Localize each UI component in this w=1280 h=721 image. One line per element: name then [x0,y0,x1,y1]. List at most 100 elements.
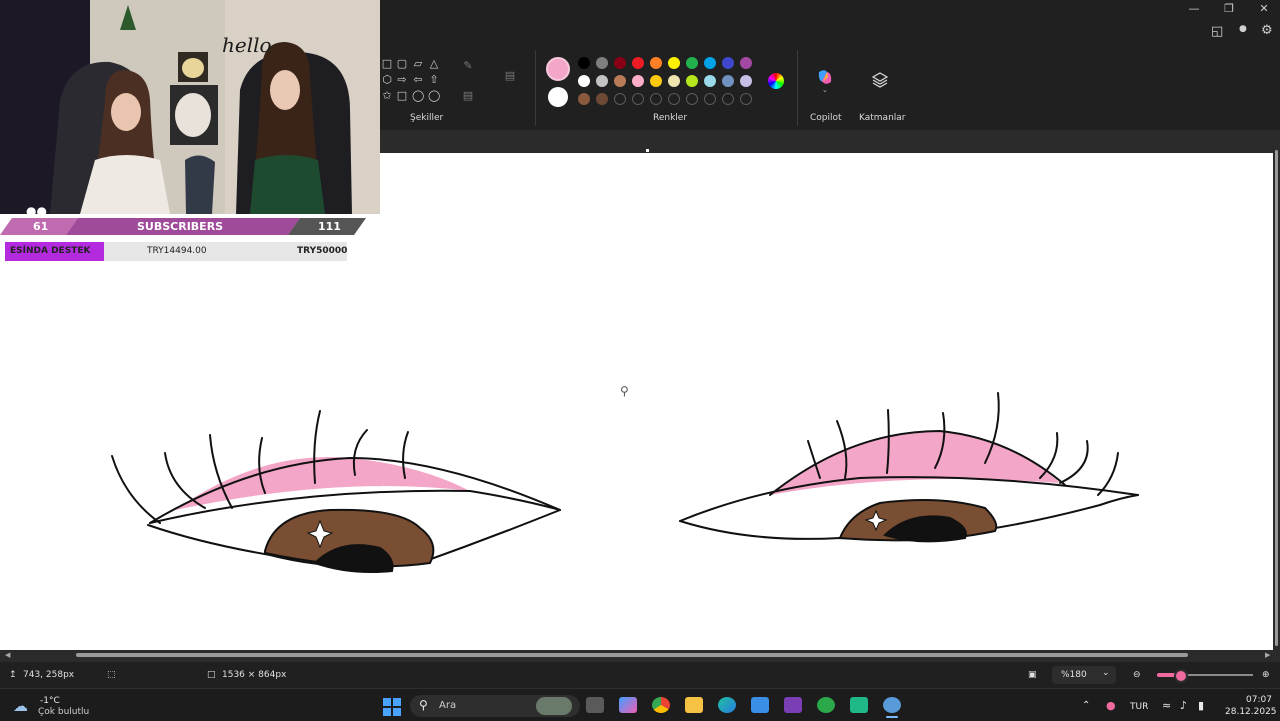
cat-ears-icon: ●● [26,204,47,218]
donation-goal-bar: ESİNDA DESTEK TRY14494.00 TRY50000 [5,242,347,261]
taskbar-search[interactable]: ⚲ Ara [410,695,580,717]
custom-color-slot[interactable] [740,93,752,105]
arrow-left-shape-icon[interactable]: ⇦ [412,74,424,86]
palette-color-swatch[interactable] [722,57,734,69]
obs-like-icon[interactable] [784,697,802,713]
callout-cloud-shape-icon[interactable]: ◯ [428,90,440,102]
custom-color-slot[interactable] [722,93,734,105]
palette-color-swatch[interactable] [596,75,608,87]
palette-color-swatch[interactable] [578,75,590,87]
chrome-icon[interactable] [652,697,670,713]
star-shape-icon[interactable]: ✩ [381,90,393,102]
palette-color-swatch[interactable] [686,75,698,87]
copilot-icon [818,70,832,84]
palette-color-swatch[interactable] [632,57,644,69]
scroll-left-arrow-icon[interactable]: ◀ [5,651,10,659]
weather-cloud-icon: ☁ [13,697,28,715]
minimize-button[interactable]: — [1177,0,1211,18]
restore-button[interactable]: ❐ [1212,0,1246,18]
palette-color-swatch[interactable] [668,75,680,87]
callout-oval-shape-icon[interactable]: ◯ [412,90,424,102]
app-icon[interactable] [850,697,868,713]
paint-icon[interactable] [883,697,901,713]
triangle-shape-icon[interactable]: △ [428,58,440,70]
custom-color-slot[interactable] [686,93,698,105]
fit-to-window-icon[interactable]: ▣ [1028,670,1037,680]
palette-color-swatch[interactable] [596,57,608,69]
clock-date[interactable]: 28.12.2025 [1225,707,1277,717]
task-view-icon[interactable] [586,697,604,713]
palette-color-swatch[interactable] [596,93,608,105]
selection-icon: ⬚ [107,670,116,680]
microphone-icon[interactable]: ● [1106,699,1116,712]
palette-color-swatch[interactable] [722,75,734,87]
fill-icon[interactable]: ▤ [462,90,474,102]
palette-color-swatch[interactable] [686,57,698,69]
palette-color-swatch[interactable] [614,57,626,69]
callout-rect-shape-icon[interactable]: □ [396,90,408,102]
account-icon[interactable]: ● [1239,24,1247,34]
canvas-resize-handle[interactable] [646,149,649,152]
palette-color-swatch[interactable] [578,57,590,69]
webcam-feed: hello [0,0,380,214]
custom-color-slot[interactable] [614,93,626,105]
zoom-dropdown[interactable]: %180 ⌄ [1052,666,1116,684]
close-button[interactable]: ✕ [1247,0,1280,18]
polygon-shape-icon[interactable]: ▱ [412,58,424,70]
store-icon[interactable] [751,697,769,713]
donation-goal-label: ESİNDA DESTEK [10,246,91,256]
horizontal-scroll-thumb[interactable] [76,653,1188,657]
palette-color-swatch[interactable] [704,75,716,87]
custom-color-slot[interactable] [704,93,716,105]
windows-start-icon[interactable] [383,698,401,716]
rectangle-shape-icon[interactable]: □ [381,58,393,70]
palette-color-swatch[interactable] [704,57,716,69]
donation-goal-target: TRY50000 [297,246,348,256]
palette-color-swatch[interactable] [740,75,752,87]
hexagon-shape-icon[interactable]: ⬡ [381,74,393,86]
palette-color-swatch[interactable] [650,75,662,87]
subscribers-right-count: 111 [318,220,341,233]
palette-color-swatch[interactable] [632,75,644,87]
battery-icon[interactable]: ▮ [1198,699,1204,712]
wifi-icon[interactable]: ≈ [1162,699,1171,712]
status-bar: ↥ 743, 258px ⬚ □ 1536 × 864px ▣ %180 ⌄ ⊖… [0,662,1280,688]
xbox-icon[interactable] [817,697,835,713]
shape-size-icon[interactable]: ▤ [504,70,516,82]
cursor-icon: ↥ [9,670,17,680]
copilot-app-icon[interactable] [619,697,637,713]
settings-gear-icon[interactable]: ⚙ [1261,23,1273,38]
zoom-out-icon[interactable]: ⊖ [1133,670,1141,680]
chevron-down-icon: ⌄ [822,86,828,94]
file-explorer-icon[interactable] [685,697,703,713]
palette-color-swatch[interactable] [740,57,752,69]
rounded-rectangle-shape-icon[interactable]: ▢ [396,58,408,70]
custom-color-slot[interactable] [632,93,644,105]
search-highlight-icon [536,697,572,715]
color-picker-icon[interactable] [768,73,784,89]
palette-color-swatch[interactable] [614,75,626,87]
hello-sign: hello [222,33,272,57]
primary-color-swatch[interactable] [546,57,570,81]
custom-color-slot[interactable] [668,93,680,105]
custom-color-slot[interactable] [650,93,662,105]
tray-chevron-up-icon[interactable]: ⌃ [1082,700,1090,711]
canvas-size-icon: □ [207,670,216,680]
secondary-color-swatch[interactable] [548,87,568,107]
volume-icon[interactable]: ♪ [1180,699,1187,712]
outline-icon[interactable]: ✎ [462,60,474,72]
webcam-overlay: hello [0,0,380,214]
palette-color-swatch[interactable] [650,57,662,69]
vertical-scroll-thumb[interactable] [1275,150,1278,646]
zoom-in-icon[interactable]: ⊕ [1262,670,1270,680]
share-icon[interactable]: ◱ [1211,24,1223,39]
arrow-up-shape-icon[interactable]: ⇧ [428,74,440,86]
scroll-right-arrow-icon[interactable]: ▶ [1265,651,1270,659]
palette-color-swatch[interactable] [668,57,680,69]
palette-color-swatch[interactable] [578,93,590,105]
arrow-right-shape-icon[interactable]: ⇨ [396,74,408,86]
clock-time[interactable]: 07:07 [1246,695,1272,705]
edge-icon[interactable] [718,697,736,713]
input-language[interactable]: TUR [1130,702,1148,712]
zoom-slider-handle[interactable] [1174,669,1189,683]
